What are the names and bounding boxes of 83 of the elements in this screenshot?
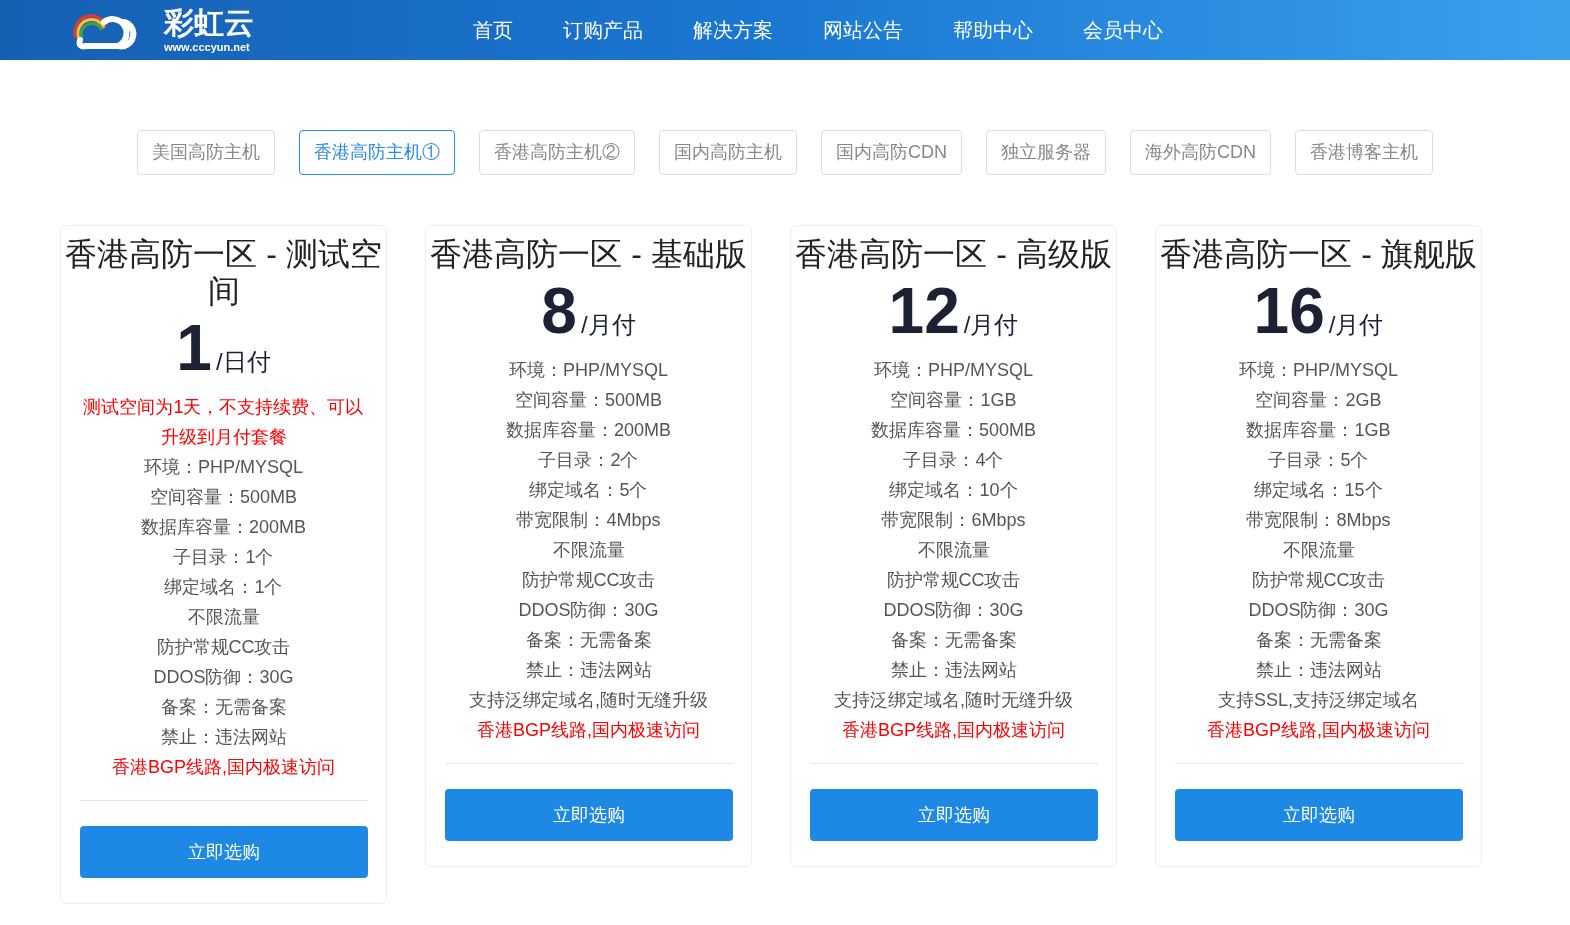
price-unit: /月付: [580, 310, 636, 340]
plan-feature: 不限流量: [187, 606, 260, 629]
price-unit: /月付: [963, 310, 1019, 340]
buy-button[interactable]: 立即选购: [79, 826, 368, 878]
plan-feature: 禁止：违法网站: [160, 726, 287, 749]
category-tab[interactable]: 香港高防主机①: [299, 130, 455, 175]
plan-feature: 支持泛绑定域名,随时无缝升级: [834, 689, 1073, 712]
plan-price: 12: [888, 279, 960, 343]
plan-price: 8: [541, 279, 577, 343]
plan-price: 16: [1253, 279, 1325, 343]
plan-feature: 空间容量：1GB: [890, 389, 1017, 412]
nav-link[interactable]: 帮助中心: [953, 15, 1033, 45]
plan-feature: 防护常规CC攻击: [886, 569, 1021, 592]
plan-feature: 数据库容量：500MB: [870, 419, 1036, 442]
nav-link[interactable]: 首页: [473, 15, 513, 45]
plan-feature: 备案：无需备案: [890, 629, 1017, 652]
plan-feature: 禁止：违法网站: [525, 659, 652, 682]
plan-feature: 带宽限制：6Mbps: [881, 509, 1026, 532]
plan-feature: 防护常规CC攻击: [156, 636, 291, 659]
plan-feature: 绑定域名：1个: [164, 576, 283, 599]
plan-feature: 空间容量：500MB: [149, 486, 297, 509]
plan-feature: 支持SSL,支持泛绑定域名: [1218, 689, 1419, 712]
price-unit: /月付: [1328, 310, 1384, 340]
plan-feature: 防护常规CC攻击: [1251, 569, 1386, 592]
plan-feature: 环境：PHP/MYSQL: [1239, 359, 1398, 382]
plan-feature: 带宽限制：4Mbps: [516, 509, 661, 532]
plan-feature: 带宽限制：8Mbps: [1246, 509, 1391, 532]
nav-link[interactable]: 会员中心: [1083, 15, 1163, 45]
category-tab[interactable]: 独立服务器: [986, 130, 1106, 175]
plan-feature: 子目录：4个: [903, 449, 1004, 472]
plan-feature: 不限流量: [1282, 539, 1355, 562]
plan-feature: 不限流量: [552, 539, 625, 562]
category-tab[interactable]: 香港博客主机: [1295, 130, 1433, 175]
plan-feature: 香港BGP线路,国内极速访问: [112, 756, 335, 779]
plan-feature: DDOS防御：30G: [153, 666, 294, 689]
plan-feature: 环境：PHP/MYSQL: [874, 359, 1033, 382]
price-unit: /日付: [215, 347, 271, 377]
plan-feature: 备案：无需备案: [160, 696, 287, 719]
plan-feature: 禁止：违法网站: [1255, 659, 1382, 682]
plan-feature: 环境：PHP/MYSQL: [509, 359, 668, 382]
plan-feature: 数据库容量：1GB: [1246, 419, 1391, 442]
nav-link[interactable]: 网站公告: [823, 15, 903, 45]
plan-feature: 绑定域名：5个: [529, 479, 648, 502]
logo-url: www.cccyun.net: [164, 41, 251, 53]
plan-feature: 子目录：1个: [173, 546, 274, 569]
plan-feature: 支持泛绑定域名,随时无缝升级: [469, 689, 708, 712]
buy-button[interactable]: 立即选购: [444, 789, 733, 841]
plan-feature: 子目录：2个: [538, 449, 639, 472]
logo-name: 彩虹云: [164, 7, 254, 38]
plan-feature: 环境：PHP/MYSQL: [144, 456, 303, 479]
plan-feature: 香港BGP线路,国内极速访问: [842, 719, 1065, 742]
plan-title: 香港高防一区 - 旗舰版: [1159, 236, 1478, 273]
nav-link[interactable]: 订购产品: [563, 15, 643, 45]
plan-feature: DDOS防御：30G: [518, 599, 659, 622]
plan-feature: DDOS防御：30G: [1248, 599, 1389, 622]
category-tab[interactable]: 国内高防CDN: [821, 130, 962, 175]
plan-feature: 空间容量：500MB: [514, 389, 662, 412]
plan-feature: DDOS防御：30G: [883, 599, 1024, 622]
plan-feature: 空间容量：2GB: [1255, 389, 1382, 412]
plan-feature: 数据库容量：200MB: [140, 516, 306, 539]
plan-title: 香港高防一区 - 高级版: [794, 236, 1113, 273]
plan-feature: 备案：无需备案: [1255, 629, 1382, 652]
buy-button[interactable]: 立即选购: [1174, 789, 1463, 841]
nav-link[interactable]: 解决方案: [693, 15, 773, 45]
plan-title: 香港高防一区 - 测试空间: [64, 236, 383, 310]
plan-feature: 子目录：5个: [1268, 449, 1369, 472]
plan-feature: 绑定域名：10个: [889, 479, 1018, 502]
category-tab[interactable]: 海外高防CDN: [1130, 130, 1271, 175]
plan-feature: 测试空间为1天，不支持续费、可以升级到月付套餐: [82, 396, 365, 449]
buy-button[interactable]: 立即选购: [809, 789, 1098, 841]
plan-feature: 绑定域名：15个: [1254, 479, 1383, 502]
plan-price: 1: [176, 316, 212, 380]
plan-feature: 香港BGP线路,国内极速访问: [477, 719, 700, 742]
plan-feature: 不限流量: [917, 539, 990, 562]
category-tab[interactable]: 美国高防主机: [137, 130, 275, 175]
category-tab[interactable]: 国内高防主机: [659, 130, 797, 175]
plan-feature: 数据库容量：200MB: [505, 419, 671, 442]
plan-feature: 防护常规CC攻击: [521, 569, 656, 592]
plan-feature: 备案：无需备案: [525, 629, 652, 652]
plan-feature: 禁止：违法网站: [890, 659, 1017, 682]
plan-title: 香港高防一区 - 基础版: [429, 236, 748, 273]
plan-feature: 香港BGP线路,国内极速访问: [1207, 719, 1430, 742]
category-tab[interactable]: 香港高防主机②: [479, 130, 635, 175]
